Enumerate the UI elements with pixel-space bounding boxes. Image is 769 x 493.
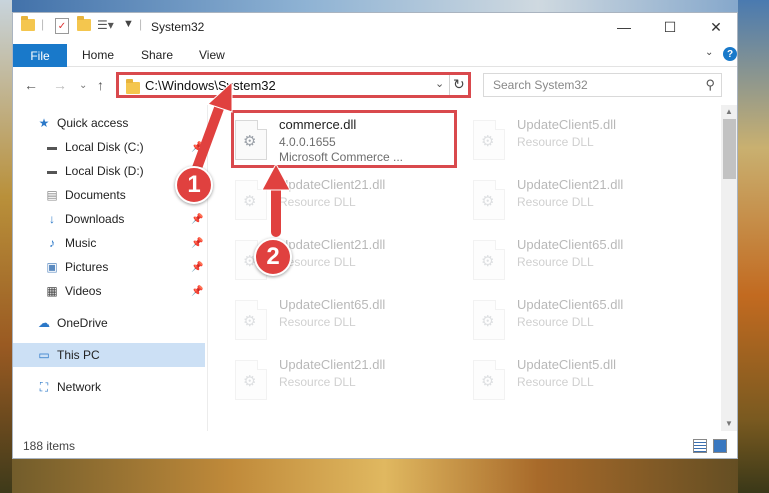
step-2-badge: 2 bbox=[254, 238, 292, 276]
arrow-2-head bbox=[261, 162, 291, 191]
arrow-1-shaft bbox=[192, 95, 227, 173]
arrow-1-head bbox=[207, 80, 233, 113]
step-1-badge: 1 bbox=[175, 166, 213, 204]
annotation-arrows bbox=[192, 80, 291, 237]
